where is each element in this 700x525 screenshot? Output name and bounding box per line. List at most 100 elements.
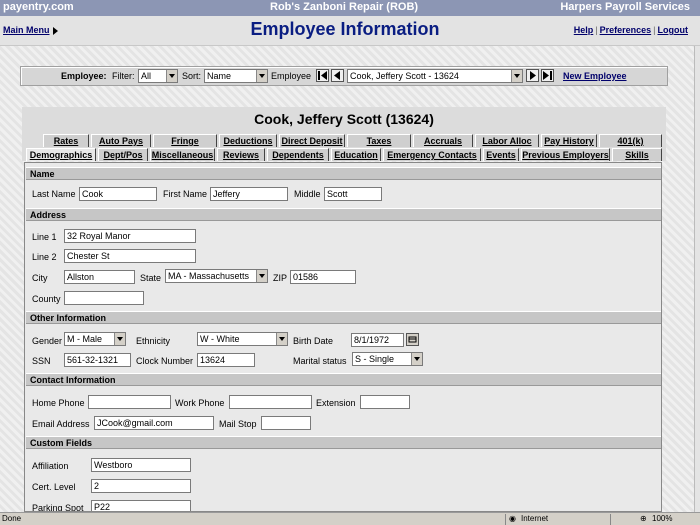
affiliation-field[interactable]: Westboro: [91, 458, 191, 472]
tab-labor-alloc[interactable]: Labor Alloc: [475, 134, 539, 147]
employee-selector-bar: Employee: Filter: All Sort: Name Employe…: [20, 66, 668, 86]
employee-value: Cook, Jeffery Scott - 13624: [350, 71, 459, 81]
section-header-address: Address: [26, 208, 661, 221]
chevron-down-icon: [411, 353, 422, 365]
chevron-down-icon: [166, 70, 177, 82]
mail-stop-label: Mail Stop: [219, 419, 257, 429]
tab-demographics[interactable]: Demographics: [26, 148, 96, 161]
work-phone-field[interactable]: [229, 395, 312, 409]
previous-record-button[interactable]: [331, 69, 344, 82]
tab-deductions[interactable]: Deductions: [219, 134, 277, 147]
zoom-level[interactable]: 100%: [652, 514, 672, 523]
chevron-down-icon: [114, 333, 125, 345]
tab-previous-employers[interactable]: Previous Employers: [521, 148, 610, 161]
city-label: City: [32, 273, 48, 283]
tab-reviews[interactable]: Reviews: [217, 148, 265, 161]
employee-name-heading: Cook, Jeffery Scott (13624): [22, 107, 666, 131]
chevron-down-icon: [276, 333, 287, 345]
browser-status-bar: Done ◉ Internet ⊕ 100%: [0, 512, 700, 525]
last-record-button[interactable]: [541, 69, 554, 82]
tab-fringe[interactable]: Fringe: [153, 134, 217, 147]
parking-spot-label: Parking Spot: [32, 503, 84, 512]
internet-zone-label: Internet: [521, 514, 549, 523]
marital-status-select[interactable]: S - Single: [352, 352, 423, 366]
last-name-label: Last Name: [32, 189, 76, 199]
status-divider: [505, 514, 506, 525]
chevron-down-icon: [511, 70, 522, 82]
parking-spot-field[interactable]: P22: [91, 500, 191, 511]
brand-name: payentry.com: [3, 1, 74, 13]
line1-label: Line 1: [32, 232, 57, 242]
internet-zone-icon: ◉: [509, 514, 516, 523]
tab-pay-history[interactable]: Pay History: [541, 134, 597, 147]
city-field[interactable]: Allston: [64, 270, 135, 284]
birth-date-label: Birth Date: [293, 336, 334, 346]
tab-direct-deposit[interactable]: Direct Deposit: [279, 134, 345, 147]
chevron-down-icon: [256, 70, 267, 82]
zip-field[interactable]: 01586: [290, 270, 356, 284]
employee-select[interactable]: Cook, Jeffery Scott - 13624: [347, 69, 523, 83]
filter-label: Filter:: [112, 71, 135, 81]
last-icon: [543, 71, 552, 80]
next-record-button[interactable]: [526, 69, 539, 82]
last-name-field[interactable]: Cook: [79, 187, 157, 201]
chevron-down-icon: [256, 270, 267, 282]
state-select[interactable]: MA - Massachusetts: [165, 269, 268, 283]
cert-level-field[interactable]: 2: [91, 479, 191, 493]
tab-auto-pays[interactable]: Auto Pays: [91, 134, 151, 147]
cert-level-label: Cert. Level: [32, 482, 76, 492]
first-name-label: First Name: [163, 189, 208, 199]
email-field[interactable]: JCook@gmail.com: [94, 416, 214, 430]
help-link[interactable]: Help: [574, 25, 594, 35]
tab-miscellaneous[interactable]: Miscellaneous: [150, 148, 215, 161]
address-line1-field[interactable]: 32 Royal Manor: [64, 229, 196, 243]
calendar-icon[interactable]: [406, 333, 419, 346]
clock-number-label: Clock Number: [136, 356, 194, 366]
extension-label: Extension: [316, 398, 356, 408]
demographics-panel: Name Last Name Cook First Name Jeffery M…: [24, 162, 662, 512]
first-icon: [318, 71, 327, 80]
company-name: Rob's Zanboni Repair (ROB): [270, 1, 419, 13]
birth-date-field[interactable]: 8/1/1972: [351, 333, 404, 347]
first-record-button[interactable]: [316, 69, 329, 82]
zoom-icon: ⊕: [640, 514, 647, 523]
employee-label: Employee:: [61, 71, 107, 81]
ethnicity-select[interactable]: W - White: [197, 332, 288, 346]
extension-field[interactable]: [360, 395, 410, 409]
calendar-glyph: [408, 336, 417, 343]
county-field[interactable]: [64, 291, 144, 305]
sort-select[interactable]: Name: [204, 69, 268, 83]
tab-taxes[interactable]: Taxes: [347, 134, 411, 147]
tab-dependents[interactable]: Dependents: [267, 148, 329, 161]
gender-select[interactable]: M - Male: [64, 332, 126, 346]
tab-401k[interactable]: 401(k): [599, 134, 662, 147]
top-banner: payentry.com Rob's Zanboni Repair (ROB) …: [0, 0, 700, 16]
status-divider: [610, 514, 611, 525]
tab-rates[interactable]: Rates: [43, 134, 89, 147]
home-phone-field[interactable]: [88, 395, 171, 409]
tab-events[interactable]: Events: [483, 148, 519, 161]
tab-education[interactable]: Education: [331, 148, 381, 161]
middle-name-field[interactable]: Scott: [324, 187, 382, 201]
county-label: County: [32, 294, 61, 304]
logout-link[interactable]: Logout: [658, 25, 689, 35]
tab-skills[interactable]: Skills: [612, 148, 662, 161]
filter-select[interactable]: All: [138, 69, 178, 83]
next-icon: [530, 71, 536, 80]
section-header-custom: Custom Fields: [26, 436, 661, 449]
page-scrollbar[interactable]: [694, 46, 700, 512]
mail-stop-field[interactable]: [261, 416, 311, 430]
tab-emergency-contacts[interactable]: Emergency Contacts: [383, 148, 481, 161]
first-name-field[interactable]: Jeffery: [210, 187, 288, 201]
new-employee-link[interactable]: New Employee: [563, 71, 627, 81]
ssn-field[interactable]: 561-32-1321: [64, 353, 131, 367]
previous-icon: [334, 71, 340, 80]
preferences-link[interactable]: Preferences: [600, 25, 652, 35]
title-bar: Main Menu Employee Information Help | Pref…: [0, 16, 700, 46]
ssn-label: SSN: [32, 356, 51, 366]
address-line2-field[interactable]: Chester St: [64, 249, 196, 263]
tab-accruals[interactable]: Accruals: [413, 134, 473, 147]
payroll-provider: Harpers Payroll Services: [560, 1, 690, 13]
clock-number-field[interactable]: 13624: [197, 353, 255, 367]
tab-dept-pos[interactable]: Dept/Pos: [98, 148, 148, 161]
